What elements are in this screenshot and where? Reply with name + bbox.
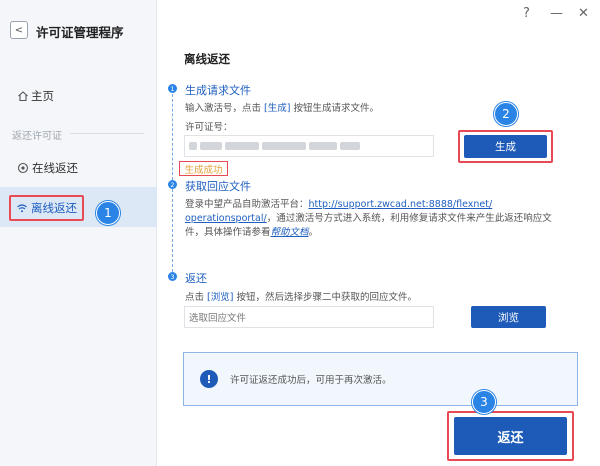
redacted-license-value — [309, 142, 337, 150]
step2-line1: 登录中望产品自助激活平台：http://support.zwcad.net:88… — [185, 196, 492, 210]
help-doc-link[interactable]: 帮助文档 — [271, 227, 309, 238]
step2-line2-text: ，通过激活号方式进入系统，利用修复请求文件来产生此返还响应文 — [266, 213, 552, 224]
step-number-3: 3 — [168, 272, 177, 281]
page-title: 离线返还 — [184, 52, 230, 66]
step1-desc-text-end: 按钮生成请求文件。 — [290, 103, 379, 114]
step-number-2: 2 — [168, 180, 177, 189]
step3-title: 返还 — [185, 272, 207, 285]
step3-desc-text-end: 按钮，然后选择步骤二中获取的回应文件。 — [233, 292, 417, 303]
step3-desc-keyword: [浏览] — [207, 292, 234, 303]
redacted-license-value — [340, 142, 360, 150]
success-status: 生成成功 — [179, 161, 228, 176]
back-button[interactable]: < — [10, 21, 28, 39]
step2-line3: 件，具体操作请参看帮助文档。 — [185, 224, 318, 238]
license-input[interactable] — [184, 135, 434, 157]
step3-description: 点击 [浏览] 按钮，然后选择步骤二中获取的回应文件。 — [185, 289, 417, 303]
step2-line3-end: 。 — [308, 227, 319, 238]
browse-button[interactable]: 浏览 — [471, 306, 546, 328]
section-divider — [70, 133, 144, 134]
step1-desc-keyword: [生成] — [264, 103, 291, 114]
step2-line1-text: 登录中望产品自助激活平台： — [185, 199, 309, 210]
nav-online-return[interactable]: 在线返还 — [17, 160, 78, 176]
nav-online-label: 在线返还 — [32, 161, 78, 175]
info-notice: ! 许可证返还成功后，可用于再次激活。 — [183, 352, 578, 406]
step1-desc-text: 输入激活号，点击 — [185, 103, 265, 114]
license-label: 许可证号： — [185, 122, 233, 133]
notice-text: 许可证返还成功后，可用于再次激活。 — [230, 375, 392, 386]
step-badge-2: 2 — [494, 102, 518, 126]
step-badge-1: 1 — [96, 201, 120, 225]
info-icon: ! — [200, 370, 218, 388]
nav-home-label: 主页 — [31, 89, 54, 103]
close-icon[interactable]: ✕ — [578, 6, 589, 21]
home-icon — [18, 91, 28, 102]
step3-desc-text: 点击 — [185, 292, 208, 303]
minimize-icon[interactable]: — — [550, 6, 563, 21]
redacted-license-value — [225, 142, 259, 150]
response-file-placeholder: 选取回应文件 — [189, 313, 247, 324]
app-title: 许可证管理程序 — [36, 25, 124, 40]
section-label: 返还许可证 — [12, 131, 62, 142]
return-button[interactable]: 返还 — [454, 417, 567, 455]
nav-offline-return[interactable]: 离线返还 — [9, 195, 84, 221]
help-icon[interactable]: ? — [523, 6, 530, 21]
sidebar: < 许可证管理程序 主页 返还许可证 在线返还 离线返还 — [0, 0, 157, 466]
response-file-input[interactable]: 选取回应文件 — [184, 306, 434, 328]
redacted-license-value — [189, 142, 197, 150]
step2-line2: operationsportal/，通过激活号方式进入系统，利用修复请求文件来产… — [185, 210, 552, 224]
redacted-license-value — [262, 142, 306, 150]
step-number-1: 1 — [168, 84, 177, 93]
back-icon: < — [14, 24, 24, 36]
step1-title: 生成请求文件 — [185, 84, 251, 97]
step1-description: 输入激活号，点击 [生成] 按钮生成请求文件。 — [185, 100, 379, 114]
wifi-icon — [17, 204, 27, 213]
generate-button[interactable]: 生成 — [464, 135, 547, 158]
nav-home[interactable]: 主页 — [17, 88, 54, 104]
step-connector — [172, 94, 173, 180]
portal-link-cont[interactable]: operationsportal/ — [185, 213, 267, 224]
nav-offline-label: 离线返还 — [31, 201, 77, 215]
step2-title: 获取回应文件 — [185, 180, 251, 193]
online-icon — [17, 162, 29, 174]
portal-link[interactable]: http://support.zwcad.net:8888/flexnet/ — [309, 199, 493, 210]
step-connector — [172, 189, 173, 272]
redacted-license-value — [200, 142, 222, 150]
step-badge-3: 3 — [472, 390, 496, 414]
step2-line3-text: 件，具体操作请参看 — [185, 227, 271, 238]
